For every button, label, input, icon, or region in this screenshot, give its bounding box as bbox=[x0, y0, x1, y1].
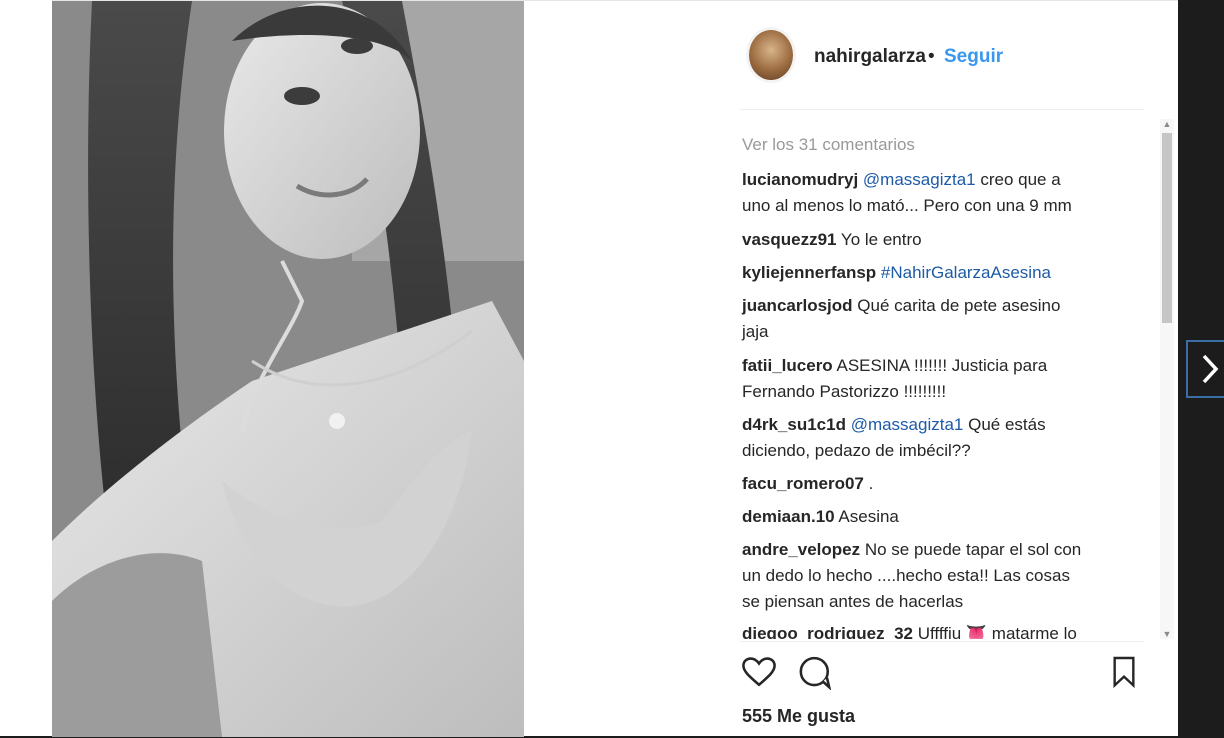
comment-username[interactable]: juancarlosjod bbox=[742, 296, 853, 315]
comment-item: fatii_lucero ASESINA !!!!!!! Justicia pa… bbox=[742, 353, 1142, 405]
header-separator: • bbox=[928, 46, 935, 67]
scroll-up-arrow-icon[interactable]: ▲ bbox=[1162, 119, 1172, 129]
comment-item: kyliejennerfansp #NahirGalarzaAsesina bbox=[742, 260, 1142, 286]
comment-text: Qué estás bbox=[963, 415, 1046, 434]
comment-hashtag[interactable]: #NahirGalarzaAsesina bbox=[881, 263, 1051, 282]
post-actions: 555 Me gusta bbox=[740, 641, 1144, 738]
comment-item: andre_velopez No se puede tapar el sol c… bbox=[742, 537, 1142, 615]
comment-text: un dedo lo hecho ....hecho esta!! Las co… bbox=[742, 566, 1070, 585]
comment-mention[interactable]: @massagizta1 bbox=[863, 170, 976, 189]
comment-text: ASESINA !!!!!!! Justicia para bbox=[836, 356, 1048, 375]
next-post-button[interactable] bbox=[1186, 340, 1224, 398]
scroll-down-arrow-icon[interactable]: ▼ bbox=[1162, 629, 1172, 639]
avatar[interactable] bbox=[746, 27, 796, 83]
comment-username[interactable]: diegoo_rodriguez_32 bbox=[742, 624, 913, 639]
post-author-username[interactable]: nahirgalarza bbox=[814, 46, 926, 68]
likes-count[interactable]: 555 Me gusta bbox=[742, 706, 855, 727]
comment-text: Yo le entro bbox=[840, 230, 922, 249]
comment-text: uno al menos lo mató... Pero con una 9 m… bbox=[742, 196, 1072, 215]
comment-text: creo que a bbox=[975, 170, 1061, 189]
chevron-right-icon bbox=[1202, 354, 1219, 384]
comment-item: vasquezz91 Yo le entro bbox=[742, 227, 1142, 253]
comment-text: Fernando Pastorizzo !!!!!!!!! bbox=[742, 382, 947, 401]
comment-text: Uffffiu 👅 matarme lo bbox=[917, 624, 1077, 639]
comment-item: lucianomudryj @massagizta1 creo que a un… bbox=[742, 167, 1142, 219]
follow-button[interactable]: Seguir bbox=[944, 46, 1003, 68]
comment-bubble-icon[interactable] bbox=[798, 656, 832, 695]
comments-list: Ver los 31 comentarios lucianomudryj @ma… bbox=[740, 119, 1160, 639]
comment-username[interactable]: facu_romero07 bbox=[742, 474, 864, 493]
comment-username[interactable]: d4rk_su1c1d bbox=[742, 415, 846, 434]
comment-text: diciendo, pedazo de imbécil?? bbox=[742, 441, 971, 460]
comment-mention[interactable]: @massagizta1 bbox=[851, 415, 964, 434]
comment-username[interactable]: vasquezz91 bbox=[742, 230, 837, 249]
comment-text: se piensan antes de hacerlas bbox=[742, 592, 964, 611]
backdrop bbox=[0, 0, 52, 736]
comment-item: facu_romero07 . bbox=[742, 471, 1142, 497]
bookmark-icon[interactable] bbox=[1110, 656, 1138, 693]
post-photo bbox=[52, 1, 524, 737]
scrollbar-thumb[interactable] bbox=[1162, 133, 1172, 323]
comment-item: juancarlosjod Qué carita de pete asesino… bbox=[742, 293, 1142, 345]
comment-item: demiaan.10 Asesina bbox=[742, 504, 1142, 530]
post-header: nahirgalarza • Seguir bbox=[740, 1, 1144, 110]
post-sidebar: nahirgalarza • Seguir Ver los 31 comenta… bbox=[740, 1, 1178, 737]
comment-item: d4rk_su1c1d @massagizta1 Qué estás dicie… bbox=[742, 412, 1142, 464]
photo-illustration bbox=[52, 1, 524, 737]
comment-text: Qué carita de pete asesino bbox=[857, 296, 1061, 315]
comments-scrollbar[interactable]: ▲ ▼ bbox=[1160, 119, 1174, 639]
view-all-comments-link[interactable]: Ver los 31 comentarios bbox=[742, 135, 915, 155]
comment-text: No se puede tapar el sol con bbox=[864, 540, 1082, 559]
comment-username[interactable]: fatii_lucero bbox=[742, 356, 833, 375]
heart-icon[interactable] bbox=[742, 656, 776, 693]
comment-username[interactable]: demiaan.10 bbox=[742, 507, 835, 526]
comment-username[interactable]: kyliejennerfansp bbox=[742, 263, 876, 282]
comment-text: jaja bbox=[742, 322, 769, 341]
comment-text: . bbox=[868, 474, 874, 493]
post-modal: nahirgalarza • Seguir Ver los 31 comenta… bbox=[52, 0, 1178, 737]
comment-item: diegoo_rodriguez_32 Uffffiu 👅 matarme lo bbox=[742, 621, 1142, 639]
comment-username[interactable]: andre_velopez bbox=[742, 540, 860, 559]
comment-text: Asesina bbox=[838, 507, 899, 526]
comment-username[interactable]: lucianomudryj bbox=[742, 170, 858, 189]
